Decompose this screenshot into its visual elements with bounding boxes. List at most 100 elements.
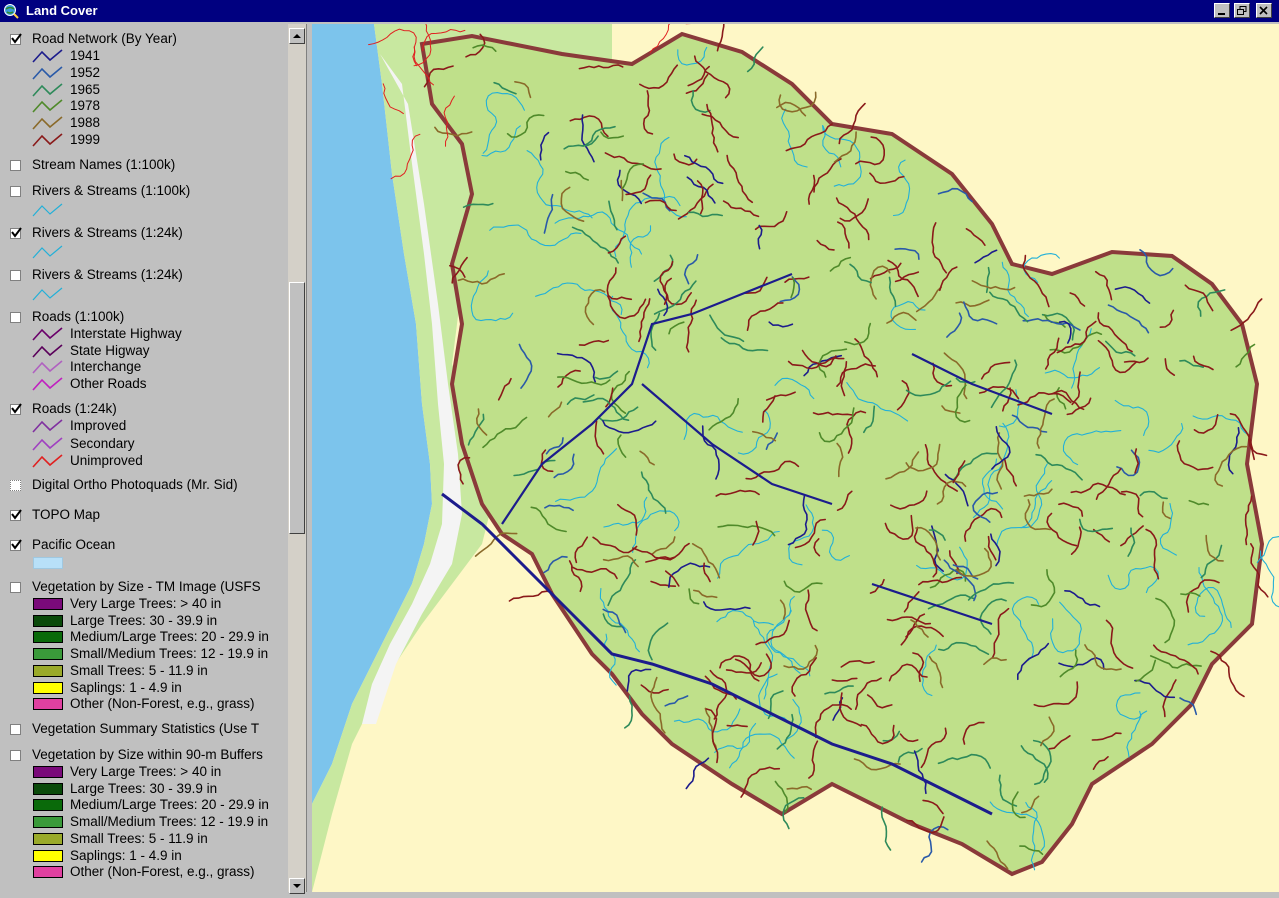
rivers-24k-b-line-icon: [32, 287, 63, 301]
checkmark-icon: [11, 403, 22, 414]
minimize-button[interactable]: [1214, 3, 1230, 18]
veg-buffer-swatch: [33, 832, 63, 845]
rivers-100k-line-icon: [32, 203, 63, 217]
veg-buffer-swatch: [33, 849, 63, 862]
veg-size-swatch: [33, 614, 63, 627]
arrow-up-icon: [293, 34, 301, 38]
veg-buffer-item-label: Small Trees: 5 - 11.9 in: [70, 830, 208, 846]
road-network-label: Road Network (By Year): [32, 31, 177, 46]
road-year-line-icon: [32, 49, 63, 63]
veg-buffer-swatch: [33, 866, 63, 879]
road-year-item-label: 1965: [70, 81, 101, 97]
roads-24k-item-label: Unimproved: [70, 453, 143, 468]
app-globe-icon: [4, 4, 19, 19]
rivers-24k-b-label: Rivers & Streams (1:24k): [32, 267, 183, 282]
doq-checkbox[interactable]: [10, 480, 21, 491]
veg-size-item-label: Saplings: 1 - 4.9 in: [70, 679, 182, 695]
stream-names-checkbox[interactable]: [10, 160, 21, 171]
scroll-thumb[interactable]: [289, 282, 305, 534]
road-year-item-label: 1952: [70, 64, 101, 80]
restore-button[interactable]: [1234, 3, 1250, 18]
veg-summary-checkbox[interactable]: [10, 724, 21, 735]
topo-checkbox[interactable]: [10, 509, 22, 521]
veg-size-item-label: Small/Medium Trees: 12 - 19.9 in: [70, 646, 269, 662]
rivers-24k-b-checkbox[interactable]: [10, 270, 21, 281]
roads-100k-item-label: Interchange: [70, 359, 142, 375]
rivers-24k-a-checkbox[interactable]: [10, 227, 22, 239]
roads-24k-label: Roads (1:24k): [32, 401, 117, 416]
road-year-line-icon: [32, 99, 63, 113]
legend-scrollbar[interactable]: [288, 24, 306, 894]
arrow-down-icon: [293, 884, 301, 888]
veg-size-item-label: Medium/Large Trees: 20 - 29.9 in: [70, 629, 269, 645]
checkmark-icon: [11, 509, 22, 520]
veg-size-swatch: [33, 631, 63, 644]
map-canvas[interactable]: [312, 24, 1279, 892]
map-view[interactable]: [312, 24, 1279, 892]
layer-legend: Road Network (By Year) 1941 1952 1965 1978 1…: [0, 24, 288, 892]
veg-buffer-item-label: Small/Medium Trees: 12 - 19.9 in: [70, 814, 269, 830]
roads-24k-item-label: Improved: [70, 418, 127, 433]
veg-size-item-label: Large Trees: 30 - 39.9 in: [70, 612, 218, 628]
checkmark-icon: [11, 227, 22, 238]
veg-size-swatch: [33, 698, 63, 711]
veg-buffer-swatch: [33, 816, 63, 829]
roads-24k-item-label: Secondary: [70, 435, 135, 451]
doq-label: Digital Ortho Photoquads (Mr. Sid): [32, 477, 238, 492]
ocean-checkbox[interactable]: [10, 539, 22, 551]
roads-100k-item-label: Interstate Highway: [70, 326, 182, 341]
roads-100k-line-icon: [32, 360, 63, 374]
road-year-line-icon: [32, 66, 63, 80]
window-title: Land Cover: [26, 3, 98, 18]
close-button[interactable]: [1256, 3, 1272, 18]
road-year-line-icon: [32, 133, 63, 147]
veg-buffer-item-label: Very Large Trees: > 40 in: [70, 764, 222, 779]
veg-size-checkbox[interactable]: [10, 582, 21, 593]
veg-size-item-label: Other (Non-Forest, e.g., grass): [70, 696, 255, 712]
road-year-item-label: 1941: [70, 48, 101, 63]
veg-buffer-swatch: [33, 782, 63, 795]
road-year-item-label: 1988: [70, 115, 101, 131]
roads-100k-line-icon: [32, 377, 63, 391]
ocean-swatch: [33, 557, 63, 569]
veg-buffer-swatch: [33, 799, 63, 812]
roads-100k-label: Roads (1:100k): [32, 309, 125, 324]
veg-size-item-label: Small Trees: 5 - 11.9 in: [70, 662, 208, 678]
roads-24k-checkbox[interactable]: [10, 403, 22, 415]
ocean-label: Pacific Ocean: [32, 537, 116, 552]
veg-buffer-item-label: Other (Non-Forest, e.g., grass): [70, 864, 255, 880]
veg-buffer-item-label: Large Trees: 30 - 39.9 in: [70, 780, 218, 796]
scroll-up-button[interactable]: [289, 28, 305, 44]
checkmark-icon: [11, 33, 22, 44]
road-year-line-icon: [32, 82, 63, 97]
road-year-item-label: 1978: [70, 98, 101, 114]
restore-icon: [1237, 6, 1247, 15]
roads-24k-line-icon: [32, 436, 63, 451]
road-network-checkbox[interactable]: [10, 33, 22, 45]
rivers-100k-checkbox[interactable]: [10, 186, 21, 197]
veg-buffers-label: Vegetation by Size within 90-m Buffers: [32, 747, 263, 762]
minimize-icon: [1218, 13, 1225, 15]
roads-100k-line-icon: [32, 327, 63, 341]
veg-size-swatch: [33, 664, 63, 677]
veg-size-item-label: Very Large Trees: > 40 in: [70, 596, 222, 611]
veg-size-swatch: [33, 681, 63, 694]
rivers-24k-a-label: Rivers & Streams (1:24k): [32, 225, 183, 240]
veg-size-label: Vegetation by Size - TM Image (USFS: [32, 579, 261, 594]
topo-label: TOPO Map: [32, 507, 101, 522]
roads-100k-line-icon: [32, 343, 63, 358]
veg-buffers-checkbox[interactable]: [10, 750, 21, 761]
title-bar: Land Cover: [0, 0, 1279, 22]
roads-100k-item-label: State Higway: [70, 342, 150, 358]
veg-size-swatch: [33, 648, 63, 661]
veg-summary-label: Vegetation Summary Statistics (Use T: [32, 721, 260, 736]
stream-names-label: Stream Names (1:100k): [32, 157, 176, 172]
veg-buffer-swatch: [33, 766, 63, 778]
veg-buffer-item-label: Medium/Large Trees: 20 - 29.9 in: [70, 797, 269, 813]
checkmark-icon: [11, 539, 22, 550]
veg-buffer-item-label: Saplings: 1 - 4.9 in: [70, 847, 182, 863]
roads-100k-checkbox[interactable]: [10, 312, 21, 323]
roads-24k-line-icon: [32, 419, 63, 433]
road-year-item-label: 1999: [70, 132, 101, 147]
roads-24k-line-icon: [32, 454, 63, 468]
